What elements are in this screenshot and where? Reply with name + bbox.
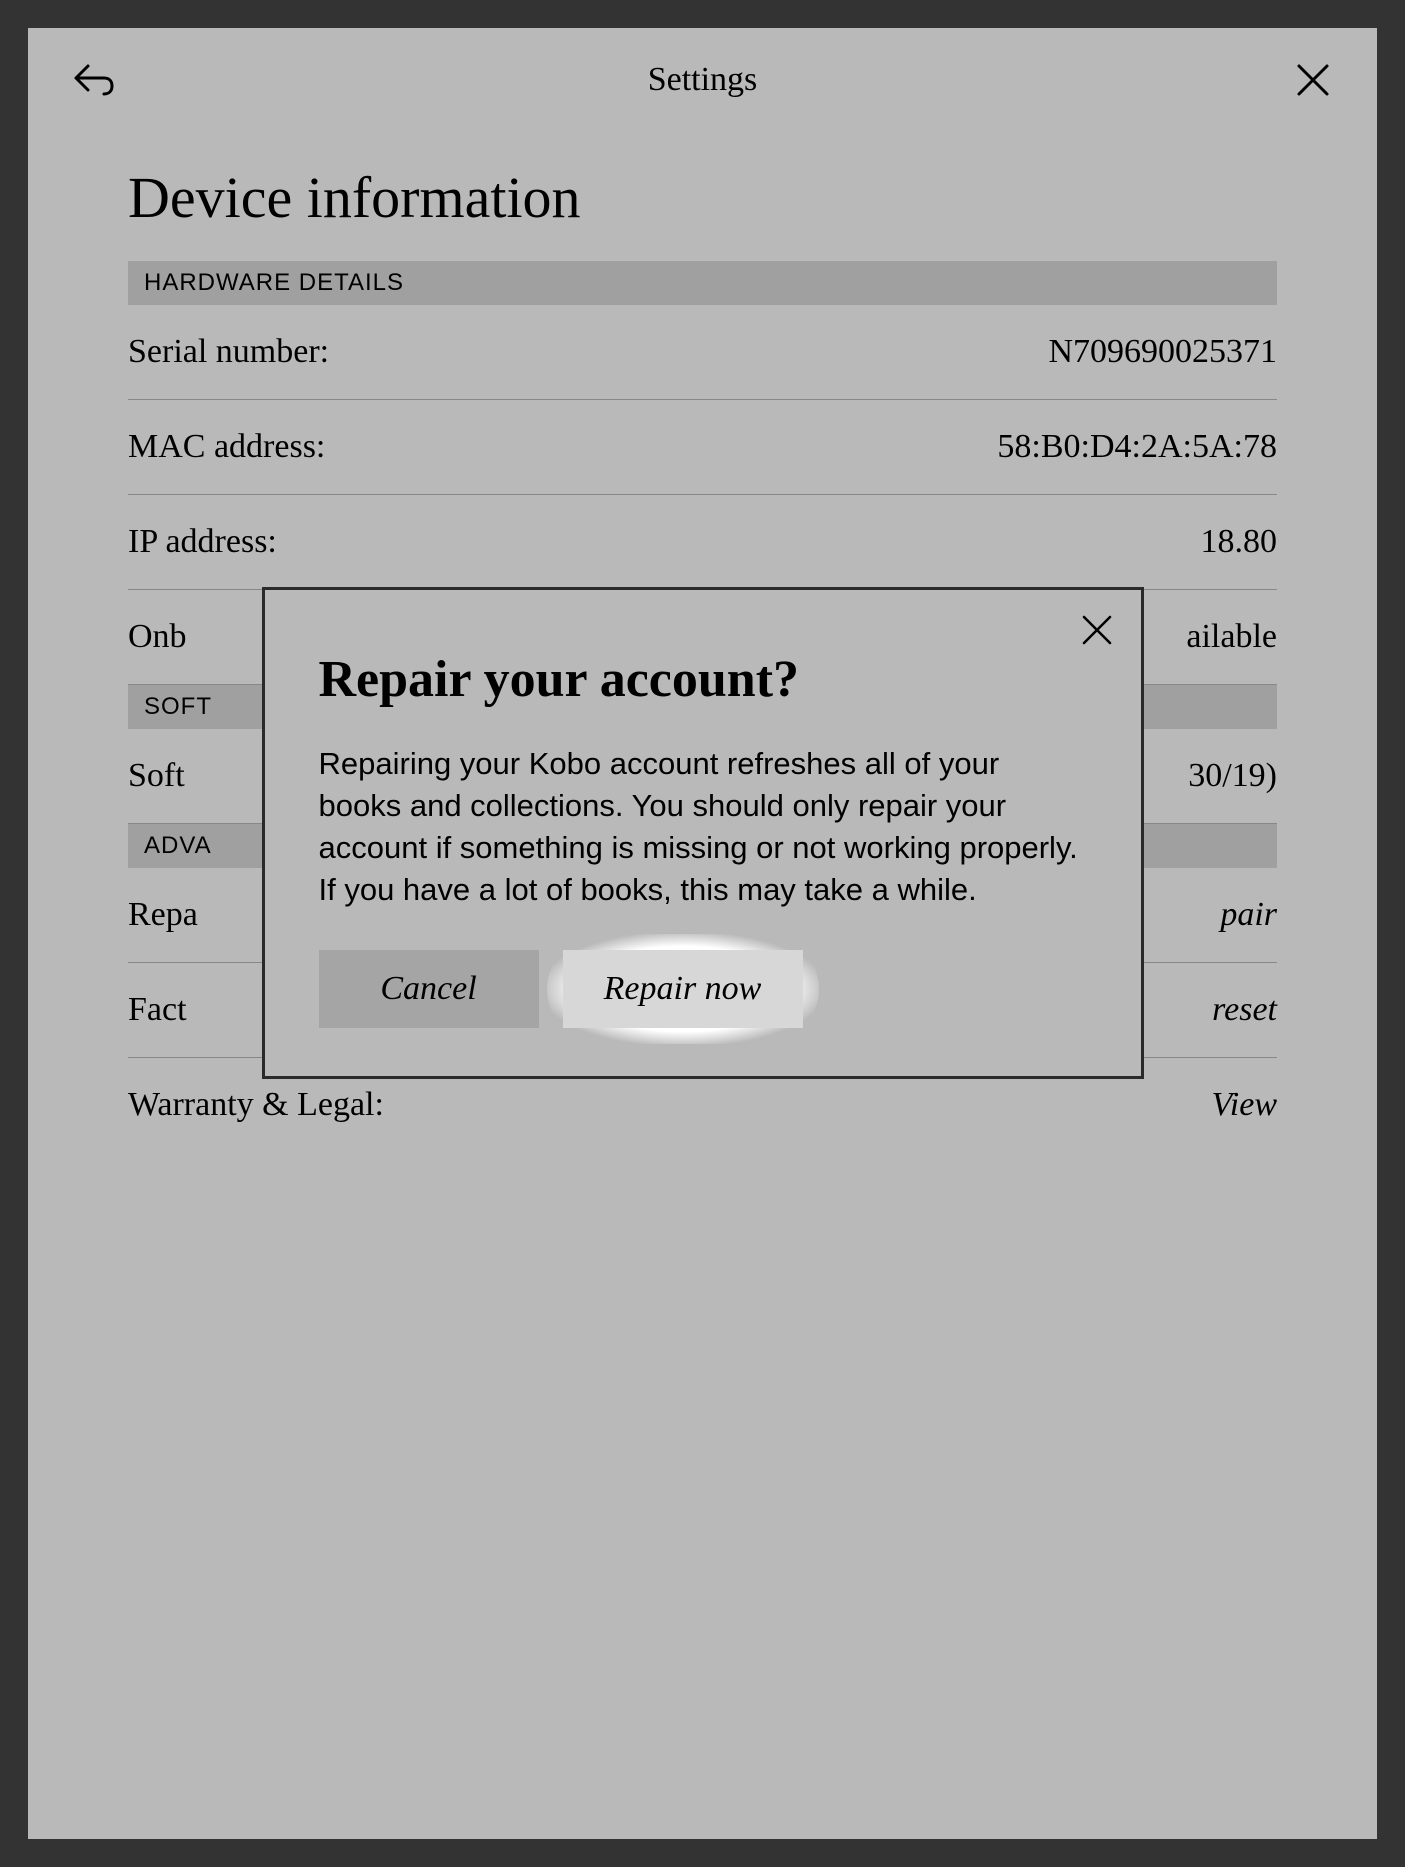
close-icon [1081, 614, 1113, 646]
modal-title: Repair your account? [319, 650, 1087, 709]
modal-close-button[interactable] [1081, 614, 1113, 651]
repair-now-button[interactable]: Repair now [563, 950, 803, 1028]
modal-actions: Cancel Repair now [319, 950, 1087, 1028]
modal-body: Repairing your Kobo account refreshes al… [319, 743, 1087, 910]
repair-account-modal: Repair your account? Repairing your Kobo… [263, 588, 1143, 1078]
cancel-button[interactable]: Cancel [319, 950, 539, 1028]
screen: Settings Device information HARDWARE DET… [28, 28, 1377, 1839]
modal-overlay: Repair your account? Repairing your Kobo… [28, 28, 1377, 1839]
device-frame: Settings Device information HARDWARE DET… [0, 0, 1405, 1867]
